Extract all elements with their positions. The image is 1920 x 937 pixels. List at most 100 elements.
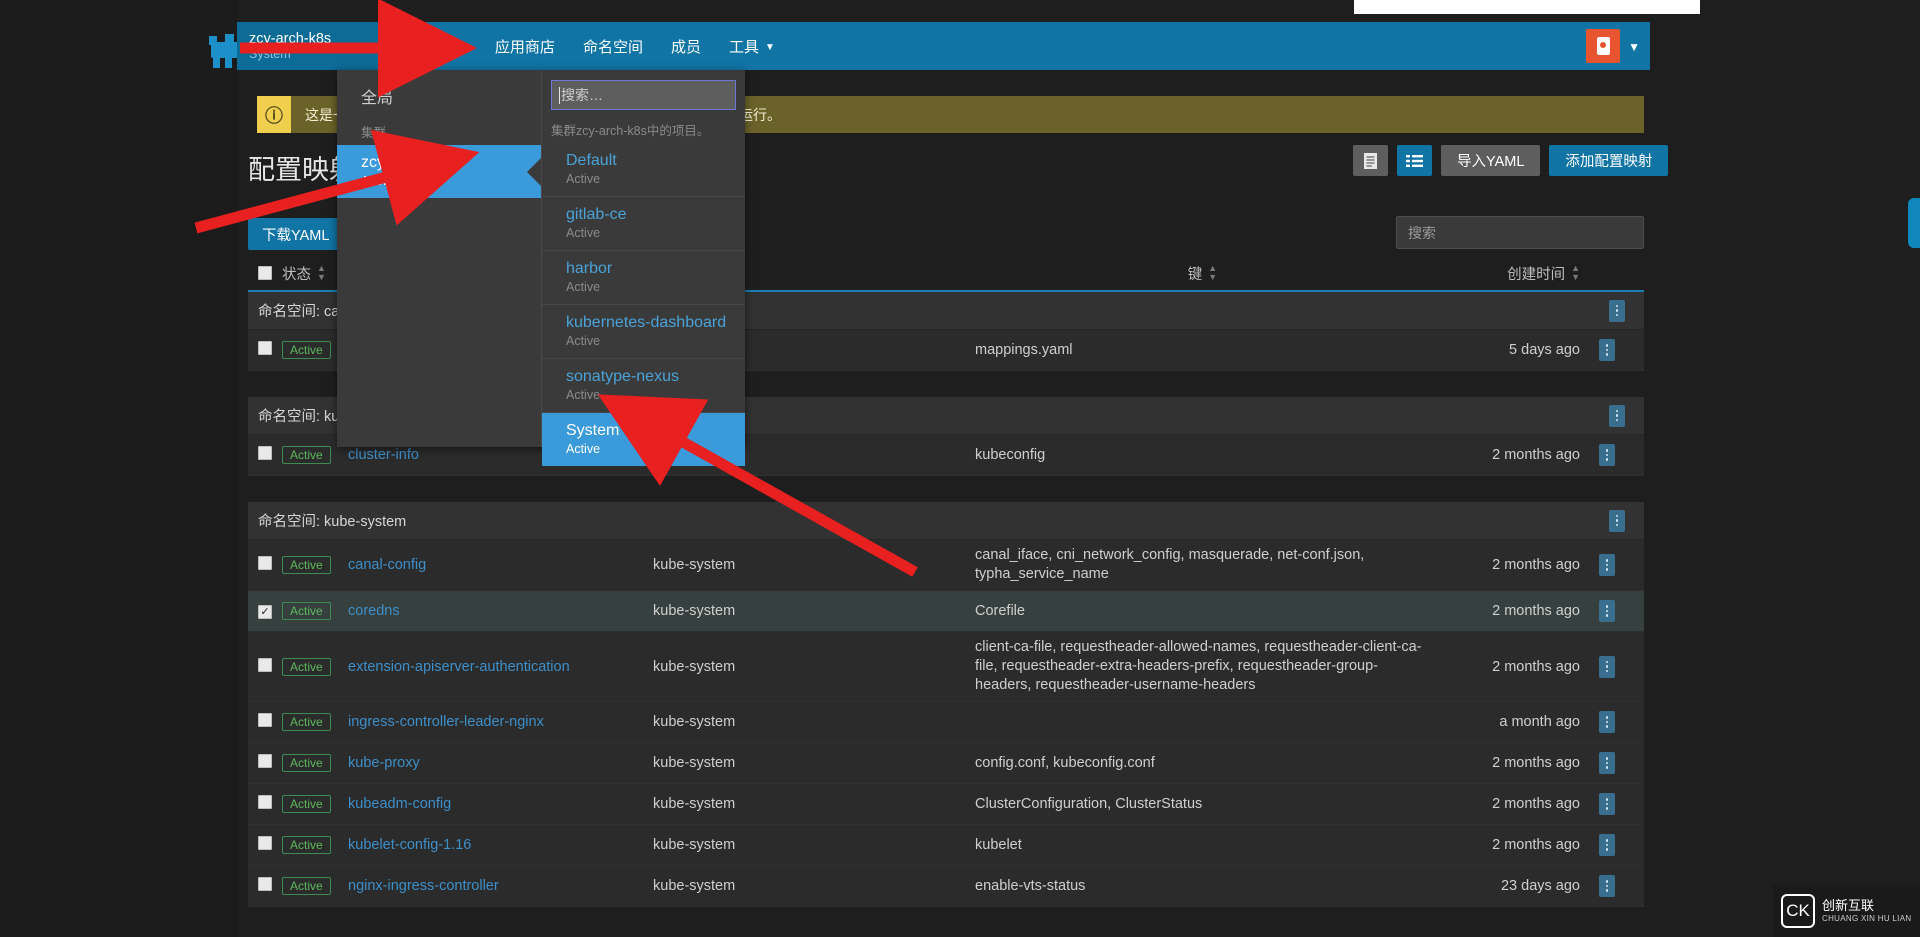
row-actions-button[interactable] xyxy=(1580,834,1634,856)
table-row[interactable]: Active nginx-ingress-controller kube-syste… xyxy=(248,866,1644,907)
kebab-menu-icon[interactable] xyxy=(1599,339,1615,361)
row-keys xyxy=(975,716,1430,728)
app-root: zcy-arch-k8s System ▼ 资源 ▼ 应用商店 命名空间 成员 … xyxy=(0,0,1920,937)
row-checkbox[interactable]: ✓ xyxy=(248,603,282,620)
kebab-menu-icon[interactable] xyxy=(1599,793,1615,815)
kebab-menu-icon[interactable] xyxy=(1599,655,1615,678)
list-view-button[interactable] xyxy=(1397,145,1432,176)
checkbox[interactable] xyxy=(258,877,272,891)
checkbox[interactable] xyxy=(258,754,272,768)
configmap-name-link[interactable]: canal-config xyxy=(348,557,653,573)
row-actions-button[interactable] xyxy=(1580,655,1634,678)
checkbox[interactable]: ✓ xyxy=(258,605,272,620)
checkbox[interactable] xyxy=(258,446,272,460)
import-yaml-button[interactable]: 导入YAML xyxy=(1441,145,1541,176)
kebab-menu-icon[interactable] xyxy=(1609,299,1625,322)
configmap-name-link[interactable]: kubelet-config-1.16 xyxy=(348,837,653,853)
column-header-created[interactable]: 创建时间 ▲ ▼ xyxy=(1430,263,1580,284)
row-checkbox[interactable] xyxy=(248,836,282,854)
kebab-menu-icon[interactable] xyxy=(1599,444,1615,466)
dropdown-item[interactable]: sonatype-nexus Active xyxy=(542,358,745,412)
column-header-keys[interactable]: 键 ▲ ▼ xyxy=(975,263,1430,284)
nav-item-members[interactable]: 成员 xyxy=(657,22,715,70)
cluster-project-dropdown: 全局 集群 zcy-arch-k8s Active 搜索… 集群zcy-arch-… xyxy=(337,70,745,466)
search-input[interactable]: 搜索 xyxy=(1396,216,1644,249)
checkbox[interactable] xyxy=(258,836,272,850)
row-checkbox[interactable] xyxy=(248,754,282,772)
right-edge-tab[interactable] xyxy=(1908,198,1920,248)
dropdown-global-item[interactable]: 全局 xyxy=(337,70,541,116)
row-checkbox[interactable] xyxy=(248,877,282,895)
configmap-name-link[interactable]: coredns xyxy=(348,603,653,619)
table-row[interactable]: Active kubeadm-config kube-system ClusterCo… xyxy=(248,784,1644,825)
table-row[interactable]: Active kube-proxy kube-system config.conf, … xyxy=(248,743,1644,784)
kebab-menu-icon[interactable] xyxy=(1599,875,1615,897)
dropdown-item[interactable]: Default Active xyxy=(542,143,745,196)
kebab-menu-icon[interactable] xyxy=(1599,752,1615,774)
table-row[interactable]: Active extension-apiserver-authentication… xyxy=(248,632,1644,702)
row-checkbox[interactable] xyxy=(248,713,282,731)
row-actions-button[interactable] xyxy=(1580,752,1634,774)
dropdown-item-active[interactable]: zcy-arch-k8s Active xyxy=(337,145,541,198)
status-badge: Active xyxy=(282,657,348,676)
kebab-menu-icon[interactable] xyxy=(1609,404,1625,427)
chevron-down-icon[interactable]: ▼ xyxy=(359,22,393,70)
row-actions-button[interactable] xyxy=(1590,404,1644,427)
kebab-menu-icon[interactable] xyxy=(1609,509,1625,532)
row-actions-button[interactable] xyxy=(1580,875,1634,897)
nav-item-resources[interactable]: 资源 ▼ xyxy=(407,22,481,70)
kebab-menu-icon[interactable] xyxy=(1599,711,1615,733)
table-row[interactable]: Active ingress-controller-leader-nginx kub… xyxy=(248,702,1644,743)
row-checkbox[interactable] xyxy=(248,341,282,359)
avatar[interactable] xyxy=(1586,29,1621,63)
configmap-name-link[interactable]: kube-proxy xyxy=(348,755,653,771)
row-actions-button[interactable] xyxy=(1580,600,1634,622)
select-all-checkbox[interactable] xyxy=(248,266,282,280)
dropdown-item-active[interactable]: System Active xyxy=(542,412,745,466)
row-actions-button[interactable] xyxy=(1590,299,1644,322)
dropdown-item[interactable]: gitlab-ce Active xyxy=(542,196,745,250)
configmap-name-link[interactable]: nginx-ingress-controller xyxy=(348,878,653,894)
row-checkbox[interactable] xyxy=(248,446,282,464)
column-label: 创建时间 xyxy=(1507,266,1566,283)
nav-item-tools[interactable]: 工具 ▼ xyxy=(715,22,789,70)
project-search-input[interactable]: 搜索… xyxy=(551,80,736,110)
document-view-button[interactable] xyxy=(1353,145,1388,176)
checkbox[interactable] xyxy=(258,341,272,355)
row-actions-button[interactable] xyxy=(1580,554,1634,576)
add-configmap-button[interactable]: 添加配置映射 xyxy=(1549,145,1669,176)
project-search-placeholder: 搜索… xyxy=(561,87,603,103)
row-actions-button[interactable] xyxy=(1580,339,1634,361)
dropdown-item[interactable]: harbor Active xyxy=(542,250,745,304)
chevron-down-icon[interactable]: ▼ xyxy=(1628,40,1640,54)
table-row[interactable]: Active canal-config kube-system canal_iface… xyxy=(248,540,1644,591)
nav-item-app-store[interactable]: 应用商店 xyxy=(481,22,569,70)
nav-item-namespaces[interactable]: 命名空间 xyxy=(569,22,657,70)
kebab-menu-icon[interactable] xyxy=(1599,554,1615,576)
configmap-name-link[interactable]: kubeadm-config xyxy=(348,796,653,812)
row-actions-button[interactable] xyxy=(1580,793,1634,815)
checkbox[interactable] xyxy=(258,657,272,672)
row-namespace: kube-system xyxy=(653,796,736,812)
cluster-switcher[interactable]: zcy-arch-k8s System xyxy=(237,22,359,70)
row-actions-button[interactable] xyxy=(1580,444,1634,466)
row-checkbox[interactable] xyxy=(248,795,282,813)
download-yaml-button[interactable]: 下载YAML xyxy=(248,218,344,250)
checkbox[interactable] xyxy=(258,713,272,727)
row-checkbox[interactable] xyxy=(248,657,282,676)
table-row[interactable]: ✓ Active coredns kube-system Corefile 2 month… xyxy=(248,591,1644,632)
checkbox[interactable] xyxy=(258,266,272,280)
row-checkbox[interactable] xyxy=(248,556,282,574)
configmap-name-link[interactable]: extension-apiserver-authentication xyxy=(348,659,653,675)
kebab-menu-icon[interactable] xyxy=(1599,600,1615,622)
dropdown-item[interactable]: kubernetes-dashboard Active xyxy=(542,304,745,358)
checkbox[interactable] xyxy=(258,556,272,570)
checkbox[interactable] xyxy=(258,795,272,809)
row-actions-button[interactable] xyxy=(1590,509,1644,532)
chevron-down-icon: ▼ xyxy=(764,41,775,53)
kebab-menu-icon[interactable] xyxy=(1599,834,1615,856)
table-row[interactable]: Active kubelet-config-1.16 kube-system kube… xyxy=(248,825,1644,866)
row-actions-button[interactable] xyxy=(1580,711,1634,733)
configmap-name-link[interactable]: ingress-controller-leader-nginx xyxy=(348,714,653,730)
column-label: 状态 xyxy=(282,266,311,283)
